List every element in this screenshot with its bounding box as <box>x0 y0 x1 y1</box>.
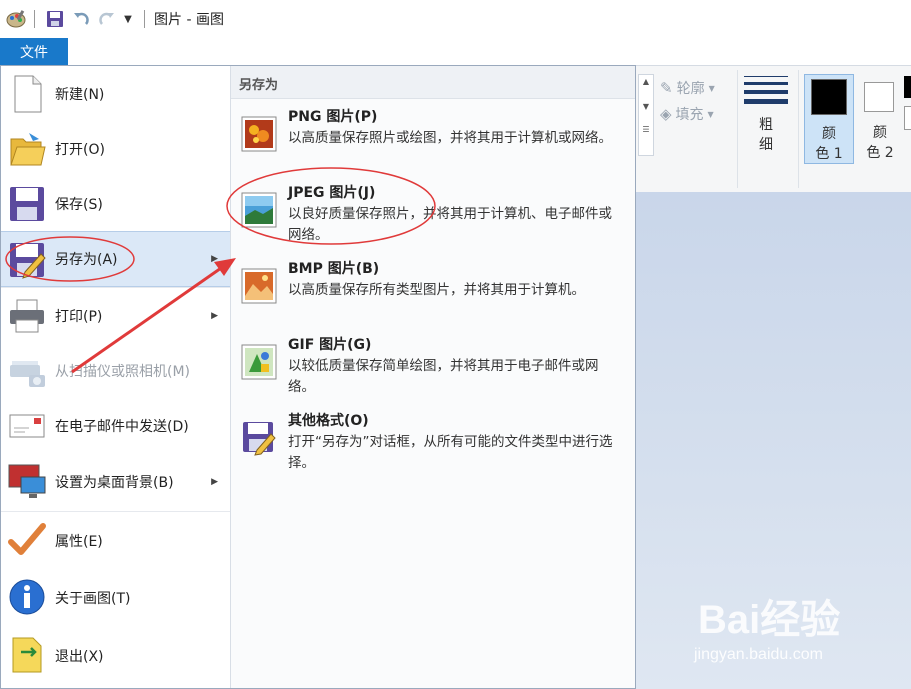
other-formats-icon <box>243 422 276 456</box>
file-menu: 新建(N) 打开(O) 保存(S) 另存为(A) ▶ 打印(P) ▶ 从扫描仪或… <box>0 65 636 689</box>
outline-button[interactable]: ✎ 轮廓 ▼ <box>660 78 715 98</box>
color2-label-1: 颜 <box>873 125 887 141</box>
exit-icon <box>12 637 42 673</box>
size-button[interactable]: 粗 细 <box>744 76 788 154</box>
file-tab[interactable]: 文件 <box>0 38 68 65</box>
info-icon <box>9 579 45 615</box>
submenu-arrow-icon: ▶ <box>211 254 218 264</box>
menu-item-label: 打开(O) <box>55 141 105 158</box>
watermark-logo: Bai经验 <box>698 598 841 642</box>
fill-bucket-icon: ◈ <box>660 105 672 123</box>
color1-button[interactable]: 颜 色 1 <box>804 74 854 164</box>
save-as-other-formats-option[interactable]: 其他格式(O) 打开“另存为”对话框，从所有可能的文件类型中进行选择。 <box>231 410 635 482</box>
menu-item-label: 设置为桌面背景(B) <box>55 474 174 491</box>
color1-label-2: 色 1 <box>815 146 843 162</box>
toolbar-separator <box>34 10 35 28</box>
scanner-icon <box>10 361 45 387</box>
customize-toolbar-icon[interactable]: ▼ <box>121 8 135 30</box>
size-label-2: 细 <box>759 137 773 153</box>
watermark-url: jingyan.baidu.com <box>694 646 823 663</box>
submenu-title: 另存为 <box>239 78 279 93</box>
email-icon <box>9 414 45 438</box>
save-icon <box>10 187 44 221</box>
color2-label-2: 色 2 <box>866 145 894 161</box>
option-title: JPEG 图片(J) <box>288 185 376 201</box>
new-file-icon <box>14 75 42 113</box>
fill-button[interactable]: ◈ 填充 ▼ <box>660 104 714 124</box>
menu-item-open[interactable]: 打开(O) <box>1 121 230 176</box>
size-label-1: 粗 <box>759 117 773 133</box>
menu-item-save[interactable]: 保存(S) <box>1 176 230 231</box>
canvas-workspace[interactable]: Bai经验 jingyan.baidu.com <box>636 192 911 689</box>
png-image-icon <box>241 116 277 152</box>
option-title: GIF 图片(G) <box>288 337 372 353</box>
save-icon[interactable] <box>44 8 66 30</box>
open-folder-icon <box>10 133 46 166</box>
menu-item-label: 另存为(A) <box>55 252 118 268</box>
shape-gallery-scroll[interactable]: ▲ ▼ ☰ <box>638 74 654 156</box>
option-description: 以良好质量保存照片，并将其用于计算机、电子邮件或网络。 <box>288 206 612 243</box>
gif-image-icon <box>241 344 277 380</box>
desktop-icon <box>8 464 46 498</box>
checkmark-icon <box>8 523 46 555</box>
option-description: 以高质量保存照片或绘图，并将其用于计算机或网络。 <box>288 130 612 146</box>
menu-item-label: 关于画图(T) <box>55 590 131 607</box>
jpeg-image-icon <box>241 192 277 228</box>
submenu-arrow-icon: ▶ <box>211 476 218 487</box>
menu-item-print[interactable]: 打印(P) ▶ <box>1 288 230 343</box>
toolbar-separator <box>144 10 145 28</box>
menu-item-email[interactable]: 在电子邮件中发送(D) <box>1 398 230 453</box>
option-description: 以较低质量保存简单绘图，并将其用于电子邮件或网络。 <box>288 358 599 395</box>
menu-item-label: 属性(E) <box>55 533 103 550</box>
paint-app-icon[interactable] <box>4 8 28 30</box>
option-description: 以高质量保存所有类型图片，并将其用于计算机。 <box>288 282 585 298</box>
menu-item-label: 保存(S) <box>55 196 103 213</box>
menu-item-exit[interactable]: 退出(X) <box>1 626 230 686</box>
save-as-jpeg-option[interactable]: JPEG 图片(J) 以良好质量保存照片，并将其用于计算机、电子邮件或网络。 <box>231 182 635 254</box>
option-description: 打开“另存为”对话框，从所有可能的文件类型中进行选择。 <box>288 434 613 471</box>
menu-item-label: 新建(N) <box>55 86 105 103</box>
line-size-icon <box>744 76 788 104</box>
palette-swatch-black[interactable] <box>904 76 911 98</box>
fill-label: 填充 <box>675 107 704 123</box>
submenu-header: 另存为 <box>231 66 635 99</box>
palette-swatch-white[interactable] <box>904 106 911 130</box>
save-as-icon <box>10 243 46 279</box>
menu-item-about[interactable]: 关于画图(T) <box>1 569 230 626</box>
save-as-submenu: 另存为 PNG 图片(P) 以高质量保存照片或绘图，并将其用于计算机或网络。 J… <box>231 66 635 688</box>
printer-icon <box>10 299 44 333</box>
option-title: 其他格式(O) <box>288 413 369 429</box>
file-menu-commands: 新建(N) 打开(O) 保存(S) 另存为(A) ▶ 打印(P) ▶ 从扫描仪或… <box>1 66 231 688</box>
redo-icon[interactable] <box>96 8 118 30</box>
submenu-arrow-icon: ▶ <box>211 310 218 321</box>
menu-item-desktop-background[interactable]: 设置为桌面背景(B) ▶ <box>1 453 230 510</box>
outline-label: 轮廓 <box>676 81 705 97</box>
menu-item-save-as[interactable]: 另存为(A) ▶ <box>1 231 230 287</box>
option-title: PNG 图片(P) <box>288 109 378 125</box>
option-title: BMP 图片(B) <box>288 261 380 277</box>
ribbon-tab-strip <box>68 38 911 66</box>
save-as-gif-option[interactable]: GIF 图片(G) 以较低质量保存简单绘图，并将其用于电子邮件或网络。 <box>231 334 635 406</box>
menu-item-label: 从扫描仪或照相机(M) <box>55 363 191 380</box>
menu-item-properties[interactable]: 属性(E) <box>1 512 230 569</box>
menu-item-label: 退出(X) <box>55 649 104 665</box>
color2-swatch <box>864 82 894 112</box>
menu-item-new[interactable]: 新建(N) <box>1 66 230 121</box>
menu-item-label: 打印(P) <box>55 308 103 325</box>
menu-item-label: 在电子邮件中发送(D) <box>55 418 189 435</box>
bmp-image-icon <box>241 268 277 304</box>
brush-icon: ✎ <box>660 79 673 97</box>
ribbon-panel: ▲ ▼ ☰ ✎ 轮廓 ▼ ◈ 填充 ▼ 粗 细 颜 色 1 颜 色 2 <box>636 66 911 193</box>
save-as-bmp-option[interactable]: BMP 图片(B) 以高质量保存所有类型图片，并将其用于计算机。 <box>231 258 635 330</box>
save-as-png-option[interactable]: PNG 图片(P) 以高质量保存照片或绘图，并将其用于计算机或网络。 <box>231 106 635 178</box>
color2-button[interactable]: 颜 色 2 <box>858 74 902 162</box>
window-title: 图片 - 画图 <box>154 12 224 28</box>
undo-icon[interactable] <box>70 8 92 30</box>
menu-item-from-scanner: 从扫描仪或照相机(M) <box>1 343 230 398</box>
title-bar: ▼ 图片 - 画图 <box>0 0 911 38</box>
color1-swatch <box>811 79 847 115</box>
color1-label-1: 颜 <box>822 126 836 142</box>
